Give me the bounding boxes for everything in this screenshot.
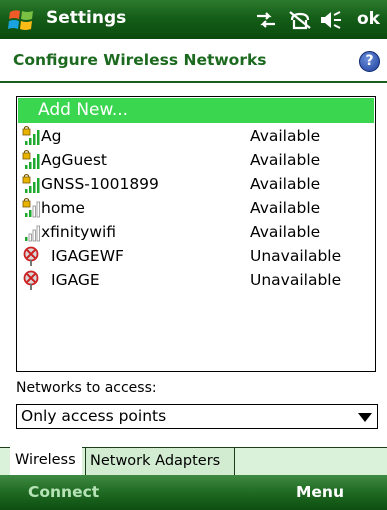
speaker-icon[interactable]	[319, 10, 343, 30]
network-row-agguest[interactable]: AgGuest Available	[18, 149, 374, 172]
tab-wireless[interactable]: Wireless	[10, 447, 82, 476]
network-status: Unavailable	[250, 271, 342, 289]
menu-softkey[interactable]: Menu	[296, 483, 344, 501]
network-name: IGAGEWF	[51, 247, 124, 265]
networks-to-access-dropdown[interactable]: Only access points	[16, 404, 378, 429]
network-name: AgGuest	[41, 151, 107, 169]
unavailable-network-icon	[23, 270, 39, 290]
network-status: Available	[250, 151, 321, 169]
networks-to-access-label: Networks to access:	[16, 380, 157, 396]
connectivity-icon[interactable]	[255, 10, 277, 30]
page-title: Configure Wireless Networks	[13, 51, 267, 69]
help-icon: ?	[365, 53, 374, 69]
network-name: GNSS-1001899	[41, 175, 159, 193]
network-row-gnss-1001899[interactable]: GNSS-1001899 Available	[18, 173, 374, 196]
softkey-bar: Connect Menu	[0, 475, 387, 510]
network-status: Available	[250, 223, 321, 241]
network-row-home[interactable]: home Available	[18, 197, 374, 220]
network-row-xfinitywifi[interactable]: xfinitywifi Available	[18, 221, 374, 244]
tab-network-adapters[interactable]: Network Adapters	[85, 448, 235, 476]
network-status: Available	[250, 199, 321, 217]
network-row-igagewf[interactable]: IGAGEWF Unavailable	[18, 245, 374, 268]
dropdown-arrow-icon	[358, 413, 372, 422]
add-new-item[interactable]: Add New...	[18, 98, 374, 123]
title-bar: Settings ok	[0, 0, 387, 39]
network-status: Available	[250, 175, 321, 193]
network-status: Available	[250, 127, 321, 145]
network-name: Ag	[41, 127, 62, 145]
network-name: xfinitywifi	[41, 223, 117, 241]
page-header: Configure Wireless Networks ?	[0, 39, 387, 83]
ok-button[interactable]: ok	[357, 9, 380, 29]
tab-strip: Wireless Network Adapters	[0, 447, 387, 476]
unavailable-network-icon	[23, 246, 39, 266]
network-list[interactable]: Add New... Ag Available AgGuest Availabl…	[16, 96, 376, 372]
phone-off-icon[interactable]	[288, 10, 312, 30]
connect-softkey[interactable]: Connect	[28, 483, 99, 501]
network-name: IGAGE	[51, 271, 100, 289]
app-title: Settings	[46, 8, 127, 28]
dropdown-selected-value: Only access points	[21, 407, 167, 425]
help-button[interactable]: ?	[359, 51, 380, 72]
network-status: Unavailable	[250, 247, 342, 265]
windows-flag-icon[interactable]	[7, 6, 35, 34]
network-row-igage[interactable]: IGAGE Unavailable	[18, 269, 374, 292]
network-name: home	[41, 199, 85, 217]
network-row-ag[interactable]: Ag Available	[18, 125, 374, 148]
